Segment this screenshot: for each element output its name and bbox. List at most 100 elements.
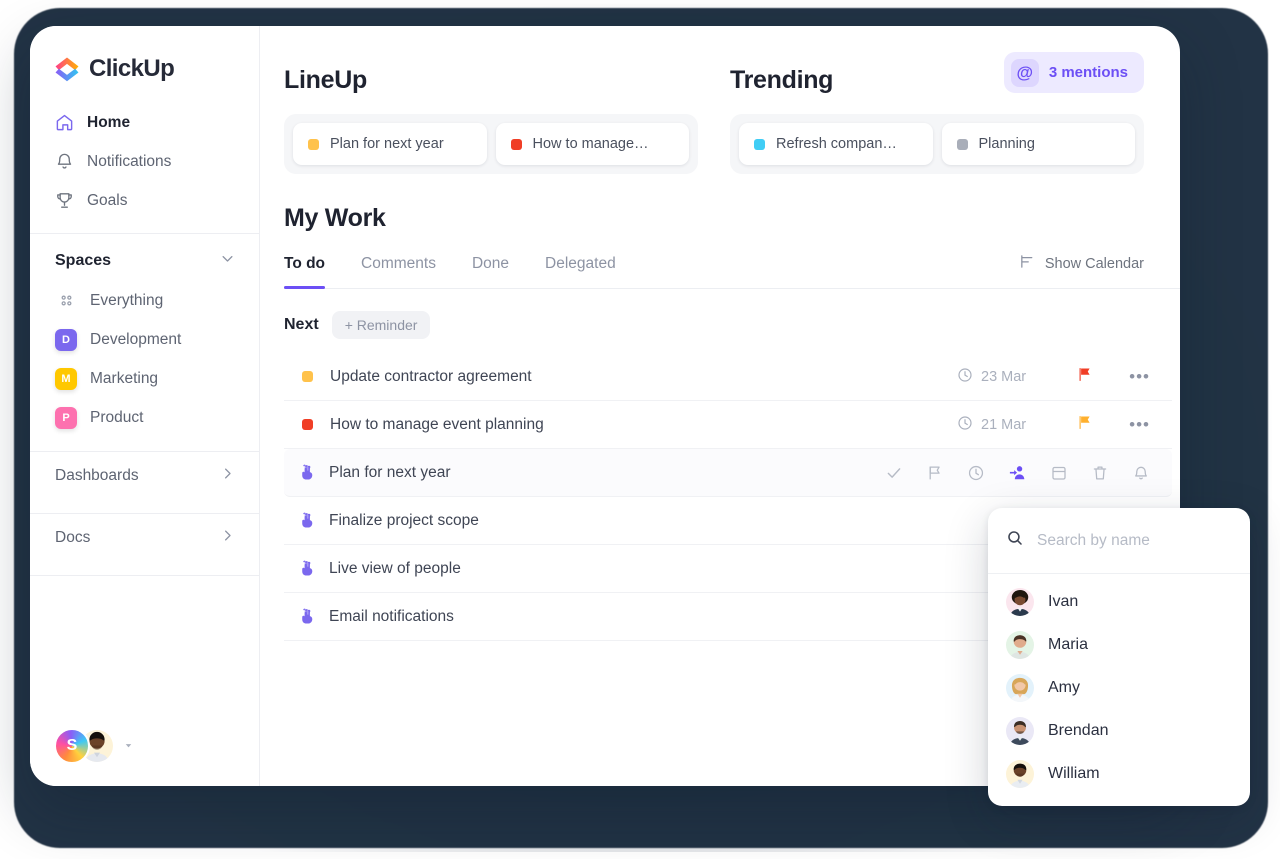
sidebar-item-goals[interactable]: Goals	[30, 181, 259, 220]
avatar	[1006, 673, 1034, 702]
due-date[interactable]: 21 Mar	[957, 415, 1026, 435]
list-item[interactable]: Amy	[988, 666, 1250, 709]
clock-icon[interactable]	[967, 464, 985, 482]
spaces-title: Spaces	[55, 252, 112, 269]
tab-delegated[interactable]: Delegated	[545, 255, 616, 288]
flag-icon[interactable]	[1076, 414, 1093, 435]
task-name: Live view of people	[329, 559, 461, 577]
status-square-icon	[754, 138, 765, 150]
space-label: Marketing	[90, 369, 159, 387]
tab-list: To do Comments Done Delegated	[284, 255, 652, 289]
more-options-icon[interactable]: •••	[1129, 415, 1150, 435]
trash-icon[interactable]	[1091, 464, 1109, 482]
lineup-item[interactable]: How to manage…	[495, 123, 689, 165]
grid-icon	[55, 292, 77, 309]
search-row	[988, 508, 1250, 574]
show-calendar-label: Show Calendar	[1044, 256, 1144, 272]
chevron-down-icon[interactable]	[220, 251, 235, 271]
avatar	[1006, 630, 1034, 659]
workspace-avatar[interactable]: S	[54, 728, 90, 764]
table-row[interactable]: Plan for next year	[284, 449, 1172, 497]
sidebar-item-label: Docs	[55, 529, 91, 546]
tab-comments[interactable]: Comments	[361, 255, 436, 288]
add-reminder-button[interactable]: + Reminder	[331, 311, 431, 339]
list-item[interactable]: Brendan	[988, 709, 1250, 752]
task-name: Finalize project scope	[329, 511, 479, 529]
flag-icon[interactable]	[926, 464, 944, 482]
spaces-section-header[interactable]: Spaces	[30, 234, 259, 281]
task-name: Plan for next year	[329, 463, 451, 481]
group-header: Next + Reminder	[284, 289, 1180, 353]
top-sections: LineUp Plan for next year How to manage……	[284, 26, 1180, 174]
lineup-section: LineUp Plan for next year How to manage…	[284, 66, 698, 174]
space-badge: D	[55, 328, 77, 351]
list-item[interactable]: Maria	[988, 623, 1250, 666]
avatar-illustration	[1006, 716, 1034, 745]
mentions-label: 3 mentions	[1048, 64, 1128, 81]
tab-done[interactable]: Done	[472, 255, 509, 288]
list-item[interactable]: Ivan	[988, 580, 1250, 623]
sidebar-divider	[30, 575, 259, 576]
sidebar-item-label: Notifications	[87, 152, 172, 170]
sidebar-item-product[interactable]: P Product	[30, 398, 259, 437]
trending-item-label: Refresh compan…	[776, 136, 897, 152]
task-name: Update contractor agreement	[330, 367, 532, 385]
search-input[interactable]	[1037, 531, 1237, 550]
lineup-item[interactable]: Plan for next year	[293, 123, 487, 165]
page-title: My Work	[284, 204, 386, 232]
row-actions	[885, 463, 1150, 482]
sidebar-item-label: Home	[87, 113, 131, 131]
at-icon: @	[1010, 58, 1039, 87]
brand-logo[interactable]: ClickUp	[30, 26, 259, 83]
click-hand-icon	[297, 607, 317, 626]
flag-icon[interactable]	[1076, 366, 1093, 387]
list-item[interactable]: William	[988, 752, 1250, 795]
table-row[interactable]: How to manage event planning 21 Mar •••	[284, 401, 1172, 449]
due-date[interactable]: 23 Mar	[957, 367, 1026, 387]
tab-todo[interactable]: To do	[284, 255, 326, 289]
sidebar-item-docs[interactable]: Docs	[30, 514, 259, 562]
bell-icon[interactable]	[1132, 464, 1150, 482]
show-calendar-button[interactable]: Show Calendar	[1019, 253, 1144, 288]
clock-icon	[957, 415, 973, 435]
person-name: Brendan	[1048, 721, 1109, 739]
sidebar-item-development[interactable]: D Development	[30, 320, 259, 359]
status-square-icon	[302, 371, 313, 382]
tabs-row: To do Comments Done Delegated Show Calen…	[284, 253, 1180, 289]
calendar-icon[interactable]	[1050, 464, 1068, 482]
more-options-icon[interactable]: •••	[1129, 367, 1150, 387]
calendar-toggle-icon	[1019, 253, 1036, 275]
sidebar-item-everything[interactable]: Everything	[30, 281, 259, 320]
lineup-tray: Plan for next year How to manage…	[284, 114, 698, 174]
trophy-icon	[55, 191, 74, 210]
trending-item[interactable]: Planning	[941, 123, 1135, 165]
person-name: William	[1048, 764, 1100, 782]
group-label: Next	[284, 316, 319, 333]
click-hand-icon	[297, 511, 317, 530]
trending-item[interactable]: Refresh compan…	[739, 123, 933, 165]
table-row[interactable]: Update contractor agreement 23 Mar •••	[284, 353, 1172, 401]
sidebar-item-marketing[interactable]: M Marketing	[30, 359, 259, 398]
sidebar-item-dashboards[interactable]: Dashboards	[30, 452, 259, 500]
sidebar-item-home[interactable]: Home	[30, 103, 259, 142]
sidebar: ClickUp Home Notifications Goals Spaces …	[30, 26, 260, 786]
avatar-illustration	[1006, 630, 1034, 659]
user-dock[interactable]: S	[54, 728, 134, 764]
chevron-down-icon[interactable]	[123, 740, 134, 753]
people-list: Ivan Maria Amy Brendan William	[988, 574, 1250, 801]
sidebar-item-label: Dashboards	[55, 467, 139, 484]
avatar	[1006, 587, 1034, 616]
people-picker-popover: Ivan Maria	[988, 508, 1250, 806]
add-person-icon[interactable]	[1008, 463, 1027, 482]
avatar-illustration	[1006, 759, 1034, 788]
person-name: Maria	[1048, 635, 1089, 653]
sidebar-item-notifications[interactable]: Notifications	[30, 142, 259, 181]
due-date-label: 21 Mar	[981, 416, 1027, 433]
space-label: Everything	[90, 291, 164, 309]
check-icon[interactable]	[885, 464, 903, 482]
task-name: Email notifications	[329, 607, 454, 625]
click-hand-icon	[297, 463, 317, 482]
mentions-badge[interactable]: @ 3 mentions	[1003, 52, 1144, 93]
clock-icon	[957, 367, 973, 387]
primary-nav: Home Notifications Goals	[30, 103, 259, 220]
